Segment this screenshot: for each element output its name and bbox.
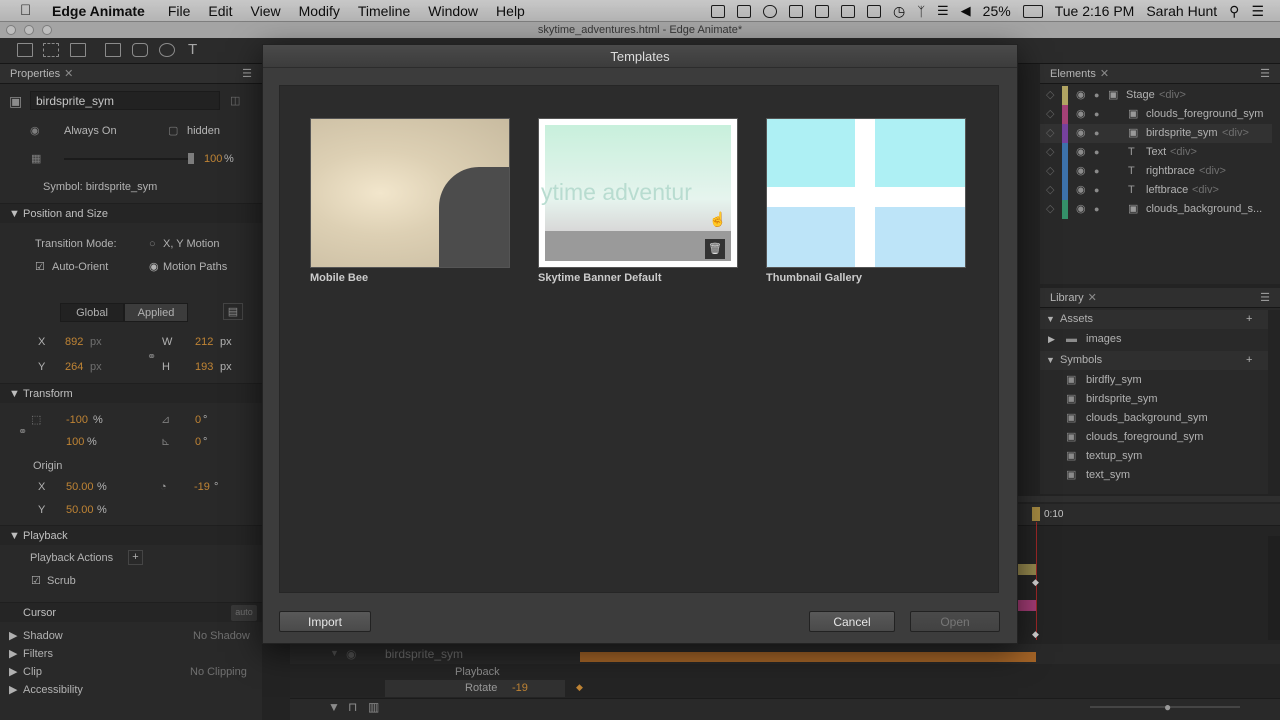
gallery-tile — [767, 119, 855, 187]
gallery-tile — [875, 119, 965, 187]
template-label-thumbnail-gallery: Thumbnail Gallery — [766, 272, 862, 284]
gallery-tile — [875, 207, 965, 267]
delete-template-icon[interactable]: 🗑 — [705, 239, 725, 259]
banner-title-text: ytime adventur — [541, 179, 692, 205]
template-thumbnail-skytime-banner[interactable]: ytime adventur 🗑 ☝ — [538, 118, 738, 268]
template-label-mobile-bee: Mobile Bee — [310, 272, 369, 284]
open-button[interactable]: Open — [910, 611, 1000, 632]
dialog-title: Templates — [263, 45, 1017, 68]
template-thumbnail-gallery[interactable] — [766, 118, 966, 268]
cancel-button[interactable]: Cancel — [809, 611, 895, 632]
gallery-tile — [767, 207, 855, 267]
pointer-hand-icon: ☝ — [709, 211, 727, 227]
bee-silhouette-shape — [439, 167, 509, 267]
banner-footer-shape — [545, 231, 731, 261]
template-thumbnail-mobile-bee[interactable] — [310, 118, 510, 268]
templates-dialog: Templates Mobile Bee ytime adventur 🗑 ☝ … — [262, 44, 1018, 644]
template-label-skytime-banner: Skytime Banner Default — [538, 272, 662, 284]
template-gallery: Mobile Bee ytime adventur 🗑 ☝ Skytime Ba… — [279, 85, 999, 593]
import-button[interactable]: Import — [279, 611, 371, 632]
banner-sky-shape — [545, 125, 731, 231]
